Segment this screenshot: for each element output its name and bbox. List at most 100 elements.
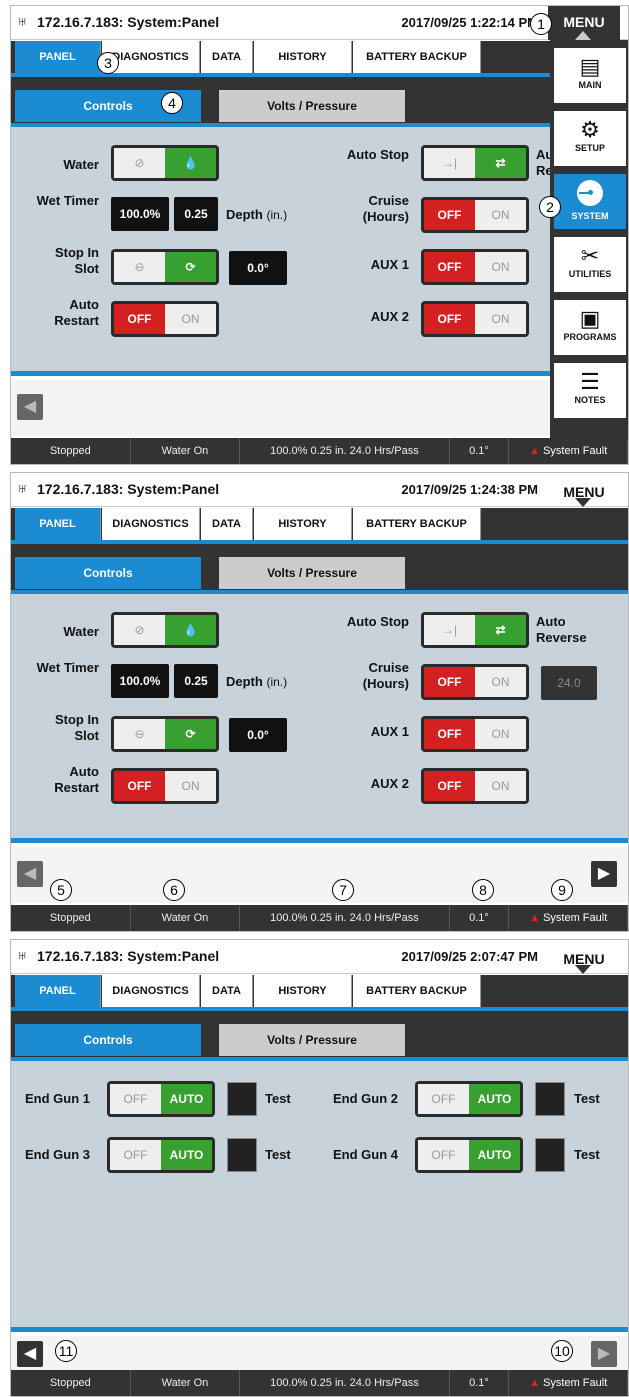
water-toggle[interactable]: ⊘ 💧 [111,145,219,181]
depth-label: Depth (in.) [226,207,288,222]
pivot-logo-icon: ♅ [16,479,29,498]
sub-tabs: Controls Volts / Pressure [11,79,628,123]
cruise-label: Cruise (Hours) [362,660,409,691]
status-fault[interactable]: ▲ System Fault [509,1370,628,1396]
forward-arrow-icon[interactable]: ▶ [591,861,617,887]
slot-off-icon: ⊖ [114,252,165,282]
back-arrow-icon[interactable]: ◀ [17,1341,43,1367]
endgun-2-test-button[interactable] [535,1082,565,1116]
menu-item-notes[interactable]: ☰ NOTES [554,363,626,419]
endgun-3-test-button[interactable] [227,1138,257,1172]
sub-tabs: Controls Volts / Pressure [11,546,628,590]
wet-depth-value[interactable]: 0.25 [174,664,218,698]
wet-timer-label: Wet Timer [36,660,99,675]
auto-stop-off-icon: →| [424,615,475,645]
slot-on-icon: ⟳ [165,719,216,749]
tab-volts-pressure[interactable]: Volts / Pressure [219,90,405,122]
aux1-toggle[interactable]: OFF ON [421,249,529,285]
tab-volts-pressure[interactable]: Volts / Pressure [219,557,405,589]
menu-item-setup[interactable]: ⚙ SETUP [554,111,626,167]
status-fault[interactable]: ▲ System Fault [509,905,628,931]
status-fault[interactable]: ▲ System Fault [509,438,628,464]
forward-arrow-icon[interactable]: ▶ [591,1341,617,1367]
aux1-label: AUX 1 [370,257,409,272]
aux1-toggle[interactable]: OFF ON [421,716,529,752]
pivot-logo-icon: ♅ [16,12,29,31]
auto-stop-label: Auto Stop [346,614,409,629]
endgun-3-toggle[interactable]: OFF AUTO [107,1137,215,1173]
stop-in-slot-toggle[interactable]: ⊖ ⟳ [111,249,219,285]
tab-controls[interactable]: Controls [15,557,201,589]
floppy-disk-icon: ▣ [579,306,601,331]
title-bar: ♅ 172.16.7.183: System:Panel 2017/09/25 … [11,473,628,507]
cruise-hours-value[interactable]: 24.0 [541,666,597,700]
tab-panel[interactable]: PANEL [15,41,101,73]
stop-in-slot-label: Stop In Slot [54,712,99,743]
auto-stop-toggle[interactable]: →| ⇄ [421,612,529,648]
endgun-1-label: End Gun 1 [25,1091,90,1106]
cruise-toggle[interactable]: OFF ON [421,664,529,700]
auto-restart-toggle[interactable]: OFF ON [111,768,219,804]
auto-restart-toggle[interactable]: OFF ON [111,301,219,337]
aux1-label: AUX 1 [370,724,409,739]
tab-battery-backup[interactable]: BATTERY BACKUP [353,975,481,1007]
cruise-toggle[interactable]: OFF ON [421,197,529,233]
menu-button[interactable]: MENU [548,6,620,40]
tab-battery-backup[interactable]: BATTERY BACKUP [353,508,481,540]
menu-caret-icon [575,498,591,507]
tab-diagnostics[interactable]: DIAGNOSTICS [102,975,200,1007]
callout-11: 11 [55,1340,77,1362]
status-water: Water On [131,905,241,931]
stop-in-slot-toggle[interactable]: ⊖ ⟳ [111,716,219,752]
aux2-toggle[interactable]: OFF ON [421,301,529,337]
gear-icon: ⚙ [580,117,600,142]
endgun-4-toggle[interactable]: OFF AUTO [415,1137,523,1173]
callout-5: 5 [50,879,72,901]
slot-angle-value[interactable]: 0.0° [229,251,287,285]
endgun-1-toggle[interactable]: OFF AUTO [107,1081,215,1117]
menu-item-system[interactable]: SYSTEM [554,174,626,230]
main-tabs: PANEL DIAGNOSTICS DATA HISTORY BATTERY B… [11,508,628,546]
menu-item-utilities[interactable]: ✂ UTILITIES [554,237,626,293]
endgun-2-toggle[interactable]: OFF AUTO [415,1081,523,1117]
tab-diagnostics[interactable]: DIAGNOSTICS [102,508,200,540]
menu-caret-icon [575,965,591,974]
tab-data[interactable]: DATA [201,41,253,73]
main-tabs: PANEL DIAGNOSTICS DATA HISTORY BATTERY B… [11,975,628,1013]
tab-panel[interactable]: PANEL [15,508,101,540]
slot-angle-value[interactable]: 0.0° [229,718,287,752]
back-arrow-icon[interactable]: ◀ [17,394,43,420]
tab-volts-pressure[interactable]: Volts / Pressure [219,1024,405,1056]
tab-history[interactable]: HISTORY [254,975,352,1007]
wet-percent-value[interactable]: 100.0% [111,664,169,698]
auto-restart-label: Auto Restart [54,297,99,328]
wet-percent-value[interactable]: 100.0% [111,197,169,231]
tab-panel[interactable]: PANEL [15,975,101,1007]
nav-bar: ◀ ▶ [11,847,628,903]
status-water: Water On [131,1370,241,1396]
tab-battery-backup[interactable]: BATTERY BACKUP [353,41,481,73]
endgun-4-test-button[interactable] [535,1138,565,1172]
menu-item-main[interactable]: ▤ MAIN [554,48,626,104]
aux2-label: AUX 2 [370,776,409,791]
callout-8: 8 [472,879,494,901]
panel-screen-1: ♅ 172.16.7.183: System:Panel 2017/09/25 … [10,5,629,465]
menu-button[interactable]: MENU [548,476,620,507]
tab-history[interactable]: HISTORY [254,41,352,73]
auto-stop-toggle[interactable]: →| ⇄ [421,145,529,181]
tab-data[interactable]: DATA [201,508,253,540]
aux2-toggle[interactable]: OFF ON [421,768,529,804]
endgun-1-test-label: Test [265,1091,291,1106]
tab-history[interactable]: HISTORY [254,508,352,540]
menu-button[interactable]: MENU [548,943,620,974]
endgun-4-label: End Gun 4 [333,1147,398,1162]
tab-data[interactable]: DATA [201,975,253,1007]
tab-controls[interactable]: Controls [15,1024,201,1056]
water-label: Water [63,157,99,172]
wet-depth-value[interactable]: 0.25 [174,197,218,231]
back-arrow-icon[interactable]: ◀ [17,861,43,887]
menu-item-programs[interactable]: ▣ PROGRAMS [554,300,626,356]
status-bar: Stopped Water On 100.0% 0.25 in. 24.0 Hr… [11,1370,628,1396]
water-toggle[interactable]: ⊘ 💧 [111,612,219,648]
endgun-1-test-button[interactable] [227,1082,257,1116]
